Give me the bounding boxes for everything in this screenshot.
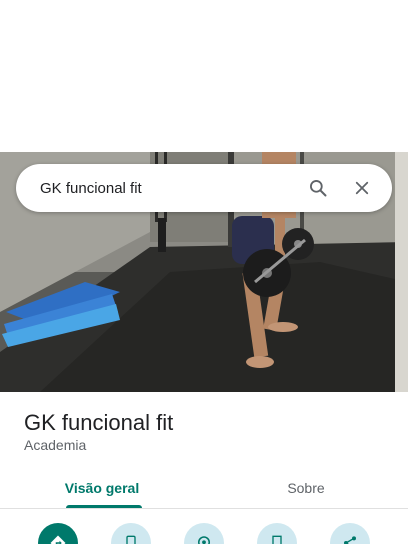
phone-icon <box>126 535 136 544</box>
share-icon <box>344 536 356 544</box>
place-title: GK funcional fit <box>24 410 174 435</box>
top-blank-area <box>0 0 408 152</box>
active-tab-indicator <box>66 505 142 508</box>
place-category: Academia <box>24 437 87 453</box>
search-icon[interactable] <box>296 166 340 210</box>
call-button[interactable] <box>111 523 151 544</box>
tab-about[interactable]: Sobre <box>204 466 408 509</box>
save-icon <box>272 535 282 544</box>
directions-icon <box>50 535 66 544</box>
search-input[interactable]: GK funcional fit <box>40 180 296 197</box>
directions-button[interactable] <box>38 523 78 544</box>
tab-overview[interactable]: Visão geral <box>0 466 204 509</box>
search-bar[interactable]: GK funcional fit <box>16 164 392 212</box>
save-button[interactable] <box>257 523 297 544</box>
tab-bar: Visão geral Sobre <box>0 466 408 509</box>
location-button[interactable] <box>184 523 224 544</box>
location-icon <box>198 536 210 544</box>
share-button[interactable] <box>330 523 370 544</box>
close-icon[interactable] <box>340 166 384 210</box>
